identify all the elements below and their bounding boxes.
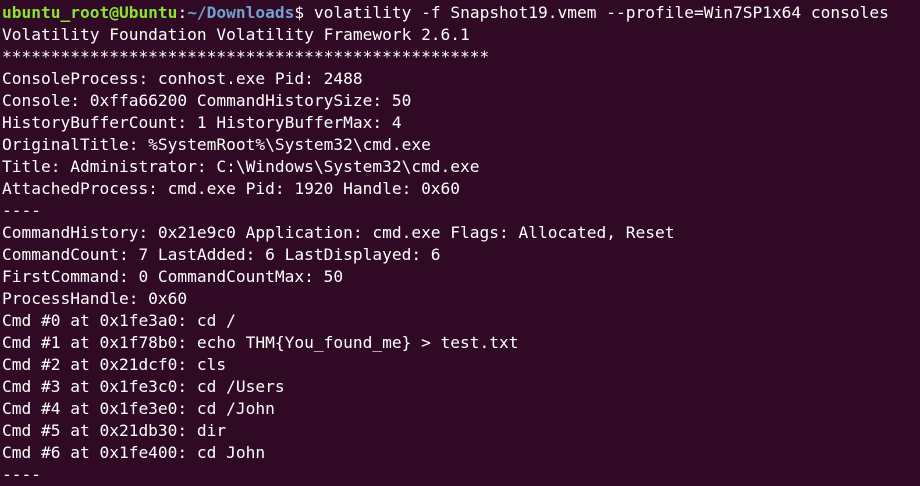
output-line-banner: Volatility Foundation Volatility Framewo… — [2, 25, 470, 44]
prompt-colon: : — [177, 3, 188, 22]
output-line-original-title: OriginalTitle: %SystemRoot%\System32\cmd… — [2, 135, 431, 154]
terminal-window[interactable]: ubuntu_root@Ubuntu:~/Downloads$ volatili… — [0, 0, 920, 484]
output-line-process-handle: ProcessHandle: 0x60 — [2, 289, 188, 308]
prompt-path: ~/Downloads — [187, 3, 295, 22]
prompt-user-host: ubuntu_root@Ubuntu — [2, 3, 178, 22]
output-line-separator-stars: ****************************************… — [2, 47, 490, 66]
output-line-cmd-0: Cmd #0 at 0x1fe3a0: cd / — [2, 311, 236, 330]
output-line-console-process: ConsoleProcess: conhost.exe Pid: 2488 — [2, 69, 363, 88]
output-line-title: Title: Administrator: C:\Windows\System3… — [2, 157, 480, 176]
output-line-console: Console: 0xffa66200 CommandHistorySize: … — [2, 91, 412, 110]
output-line-cmd-5: Cmd #5 at 0x21db30: dir — [2, 421, 227, 440]
output-line-first-command: FirstCommand: 0 CommandCountMax: 50 — [2, 267, 344, 286]
output-line-attached-process: AttachedProcess: cmd.exe Pid: 1920 Handl… — [2, 179, 461, 198]
output-line-cmd-1: Cmd #1 at 0x1f78b0: echo THM{You_found_m… — [2, 333, 519, 352]
command-prompt-line: ubuntu_root@Ubuntu:~/Downloads$ volatili… — [2, 2, 920, 24]
output-line-history-buffer: HistoryBufferCount: 1 HistoryBufferMax: … — [2, 113, 402, 132]
output-line-command-count: CommandCount: 7 LastAdded: 6 LastDisplay… — [2, 245, 441, 264]
output-line-cmd-3: Cmd #3 at 0x1fe3c0: cd /Users — [2, 377, 285, 396]
output-line-command-history: CommandHistory: 0x21e9c0 Application: cm… — [2, 223, 675, 242]
output-line-cmd-4: Cmd #4 at 0x1fe3e0: cd /John — [2, 399, 275, 418]
output-line-divider: ---- — [2, 201, 41, 220]
prompt-symbol: $ — [294, 3, 314, 22]
output-line-cmd-2: Cmd #2 at 0x21dcf0: cls — [2, 355, 227, 374]
command-text: volatility -f Snapshot19.vmem --profile=… — [313, 3, 889, 22]
output-line-cmd-6: Cmd #6 at 0x1fe400: cd John — [2, 443, 266, 462]
